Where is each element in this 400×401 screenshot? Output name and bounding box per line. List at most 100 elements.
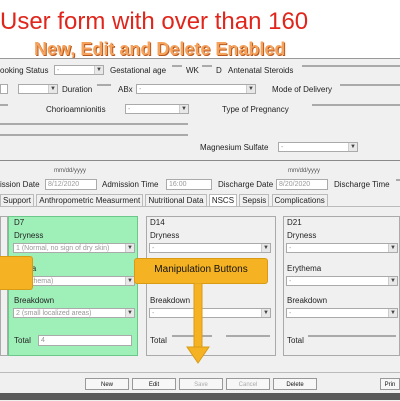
chevron-down-icon: ▼: [48, 85, 57, 93]
duration-prev-select[interactable]: ▼: [18, 84, 58, 94]
edit-button[interactable]: Edit: [132, 378, 176, 390]
duration-input[interactable]: [97, 84, 111, 86]
d21-breakdown-select[interactable]: - ▼: [286, 308, 398, 318]
chevron-down-icon: ▼: [388, 309, 397, 317]
weeks-label: WK: [186, 66, 199, 75]
tab-nscs[interactable]: NSCS: [208, 194, 238, 206]
mode-of-delivery-label: Mode of Delivery: [272, 85, 333, 94]
d7-dryness-label: Dryness: [14, 231, 44, 240]
chevron-down-icon: ▼: [388, 277, 397, 285]
d21-dryness-value: -: [289, 245, 292, 252]
admission-date-label: ission Date: [0, 180, 40, 189]
d7-breakdown-label: Breakdown: [14, 296, 55, 305]
type-of-pregnancy-label: Type of Pregnancy: [222, 105, 289, 114]
new-button[interactable]: New: [85, 378, 129, 390]
chorioamnionitis-select[interactable]: - ▼: [125, 104, 189, 114]
discharge-date-label: Discharge Date: [218, 180, 274, 189]
d14-dryness-label: Dryness: [150, 231, 180, 240]
duration-label: Duration: [62, 85, 93, 94]
chevron-down-icon: ▼: [261, 309, 270, 317]
discharge-time-input[interactable]: [396, 179, 400, 181]
d7-total-label: Total: [14, 336, 31, 345]
magnesium-sulfate-select[interactable]: - ▼: [278, 142, 358, 152]
chevron-down-icon: ▼: [348, 143, 357, 151]
down-arrow-icon: [186, 283, 210, 364]
chorioamnionitis-label: Chorioamnionitis: [46, 105, 106, 114]
tab-support[interactable]: Support: [0, 194, 35, 206]
abx-select[interactable]: - ▼: [136, 84, 256, 94]
d21-total-input[interactable]: [308, 335, 396, 337]
chevron-down-icon: ▼: [125, 244, 134, 252]
admission-time-input[interactable]: 16:00: [166, 179, 212, 190]
d21-erythema-value: -: [289, 278, 292, 285]
gestational-age-days-input[interactable]: [202, 65, 212, 67]
chevron-down-icon: ▼: [179, 105, 188, 113]
chevron-down-icon: ▼: [261, 244, 270, 252]
d21-title: D21: [287, 218, 302, 227]
d14-dryness-select[interactable]: - ▼: [149, 243, 271, 253]
antenatal-steroids-label: Antenatal Steroids: [228, 66, 294, 75]
booking-status-value: -: [57, 67, 60, 74]
d7-dryness-value: 1 (Normal, no sign of dry skin): [16, 245, 110, 252]
save-button[interactable]: Save: [179, 378, 223, 390]
date-format-hint-2: mm/dd/yyyy: [288, 168, 321, 174]
d21-total-label: Total: [287, 336, 304, 345]
tab-complications[interactable]: Complications: [271, 194, 328, 206]
row2-first-select[interactable]: [0, 84, 8, 94]
chevron-down-icon: ▼: [94, 66, 103, 74]
section-divider: [0, 160, 400, 161]
admission-time-label: Admission Time: [102, 180, 159, 189]
tab-sepsis[interactable]: Sepsis: [239, 194, 270, 206]
d7-dryness-select[interactable]: 1 (Normal, no sign of dry skin) ▼: [13, 243, 135, 253]
d21-breakdown-value: -: [289, 310, 292, 317]
chevron-down-icon: ▼: [125, 277, 134, 285]
notes-input-2[interactable]: [0, 134, 188, 136]
d21-dryness-label: Dryness: [287, 231, 317, 240]
chevron-down-icon: ▼: [388, 244, 397, 252]
d21-erythema-select[interactable]: - ▼: [286, 276, 398, 286]
notes-input[interactable]: [0, 123, 188, 125]
tab-divider: [0, 206, 400, 207]
d21-erythema-label: Erythema: [287, 264, 322, 273]
d14-breakdown-label: Breakdown: [150, 296, 191, 305]
antenatal-steroids-input[interactable]: [302, 65, 400, 67]
delete-button[interactable]: Delete: [273, 378, 317, 390]
chorioamnionitis-value: -: [128, 106, 131, 113]
booking-status-select[interactable]: - ▼: [54, 65, 104, 75]
d14-breakdown-value: -: [152, 310, 155, 317]
tab-strip: Support Anthropometric Measurment Nutrit…: [0, 194, 328, 206]
days-label: D: [216, 66, 222, 75]
d14-total-input-2[interactable]: [226, 335, 270, 337]
d14-dryness-value: -: [152, 245, 155, 252]
window-bottom-bar: [0, 393, 400, 400]
left-callout: [0, 256, 33, 290]
abx-value: -: [139, 86, 142, 93]
d14-title: D14: [150, 218, 165, 227]
d7-breakdown-value: 2 (small localized areas): [16, 310, 92, 317]
print-button[interactable]: Prin: [380, 378, 400, 390]
magnesium-sulfate-value: -: [281, 144, 284, 151]
banner-subtitle: New, Edit and Delete Enabled: [34, 39, 286, 59]
gestational-age-label: Gestational age: [110, 66, 167, 75]
tab-nutritional-data[interactable]: Nutritional Data: [145, 194, 207, 206]
d7-breakdown-select[interactable]: 2 (small localized areas) ▼: [13, 308, 135, 318]
mode-of-delivery-input[interactable]: [340, 84, 400, 86]
banner-title: User form with over than 160: [0, 8, 309, 35]
cancel-button[interactable]: Cancel: [226, 378, 270, 390]
d21-dryness-select[interactable]: - ▼: [286, 243, 398, 253]
d14-breakdown-select[interactable]: - ▼: [149, 308, 271, 318]
d7-title: D7: [14, 218, 25, 227]
d7-total-input[interactable]: 4: [38, 335, 132, 346]
admission-date-input[interactable]: 8/12/2020: [45, 179, 97, 190]
tab-anthropometric[interactable]: Anthropometric Measurment: [36, 194, 144, 206]
chevron-down-icon: ▼: [125, 309, 134, 317]
type-of-pregnancy-input[interactable]: [312, 104, 400, 106]
magnesium-sulfate-label: Magnesium Sulfate: [200, 143, 269, 152]
abx-label: ABx: [118, 85, 133, 94]
date-format-hint: mm/dd/yyyy: [54, 168, 87, 174]
row3-first-input[interactable]: [0, 104, 8, 106]
d14-total-label: Total: [150, 336, 167, 345]
discharge-date-input[interactable]: 8/20/2020: [276, 179, 328, 190]
gestational-age-weeks-input[interactable]: [172, 65, 182, 67]
manipulation-buttons-callout: Manipulation Buttons: [134, 258, 268, 284]
